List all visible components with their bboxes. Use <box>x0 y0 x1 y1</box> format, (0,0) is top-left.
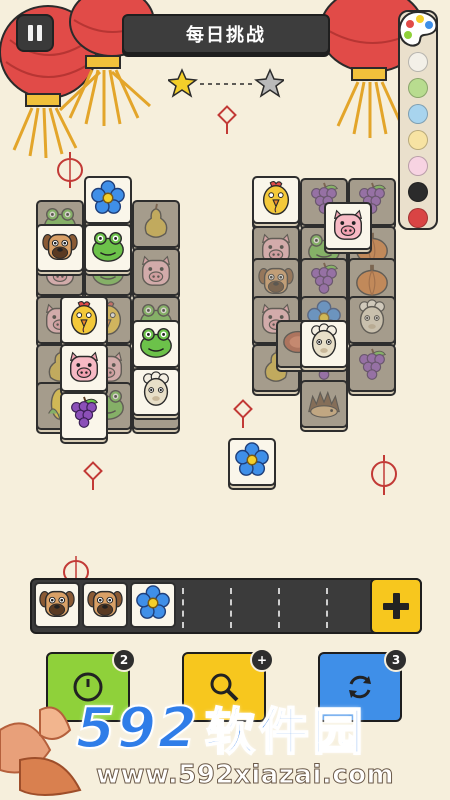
tile-sheep[interactable] <box>132 368 180 420</box>
tile-pear <box>132 200 180 252</box>
tray-tile-flower <box>130 582 178 630</box>
tile-sheep[interactable] <box>300 320 348 372</box>
tile-chicken[interactable] <box>252 176 300 228</box>
tile-grape <box>348 344 396 396</box>
gold-star-icon <box>168 68 198 98</box>
sheep-icon <box>305 323 343 365</box>
pear-icon <box>137 203 175 245</box>
dog-icon <box>41 227 79 269</box>
grape-icon <box>353 347 391 389</box>
pause-button[interactable] <box>16 14 54 52</box>
pause-icon <box>28 25 33 41</box>
tile-hedgehog <box>300 380 348 432</box>
palette-swatch[interactable] <box>408 130 428 150</box>
tile-flower[interactable] <box>84 176 132 228</box>
tile-frog[interactable] <box>132 320 180 372</box>
flower-icon <box>89 179 127 221</box>
frog-icon <box>137 323 175 365</box>
chinese-knot-icon <box>83 461 103 490</box>
grape-icon <box>65 395 103 437</box>
watermark-url: www.592xiazai.com <box>96 760 395 791</box>
page-title: 每日挑战 <box>122 14 330 54</box>
hint-count-badge: + <box>250 648 274 672</box>
watermark-logo: 592 软件园 <box>75 695 367 763</box>
flower-icon <box>233 441 271 483</box>
tile-grape[interactable] <box>60 392 108 444</box>
tile-flower[interactable] <box>228 438 276 490</box>
undo-count-badge: 2 <box>112 648 136 672</box>
gray-star-icon <box>254 68 284 98</box>
tile-dog[interactable] <box>36 224 84 276</box>
palette-swatch[interactable] <box>408 52 428 72</box>
pig-icon <box>137 251 175 293</box>
tray-tile-dog <box>82 582 130 630</box>
palette-swatch[interactable] <box>408 104 428 124</box>
chicken-icon <box>257 179 295 221</box>
chinese-knot-icon <box>217 105 237 134</box>
color-palette-icon[interactable] <box>396 8 440 52</box>
dog-icon <box>38 584 76 626</box>
tile-sheep <box>348 296 396 348</box>
dog-icon <box>86 584 124 626</box>
hedgehog-icon <box>305 383 343 425</box>
palette-swatch[interactable] <box>408 182 428 202</box>
tray-tile-dog <box>34 582 82 630</box>
level-progress <box>168 68 284 98</box>
tile-chicken[interactable] <box>60 296 108 348</box>
tile-pig <box>132 248 180 300</box>
sheep-icon <box>137 371 175 413</box>
pig-icon <box>65 347 103 389</box>
flower-icon <box>134 584 172 626</box>
tile-frog[interactable] <box>84 224 132 276</box>
tile-pig[interactable] <box>60 344 108 396</box>
chicken-icon <box>65 299 103 341</box>
pig-icon <box>329 205 367 247</box>
small-lantern-icon <box>371 455 397 495</box>
frog-icon <box>89 227 127 269</box>
game-screen: 每日挑战 2 + 3 592 软件园 www.592xiazai.com <box>0 0 450 800</box>
chinese-knot-icon <box>233 399 253 428</box>
palette-swatch[interactable] <box>408 156 428 176</box>
palette-swatch[interactable] <box>408 78 428 98</box>
sheep-icon <box>353 299 391 341</box>
small-lantern-icon <box>57 152 83 188</box>
palette-swatch[interactable] <box>408 208 428 228</box>
add-slot-button[interactable] <box>370 578 422 634</box>
tile-pig[interactable] <box>324 202 372 254</box>
shuffle-count-badge: 3 <box>384 648 408 672</box>
